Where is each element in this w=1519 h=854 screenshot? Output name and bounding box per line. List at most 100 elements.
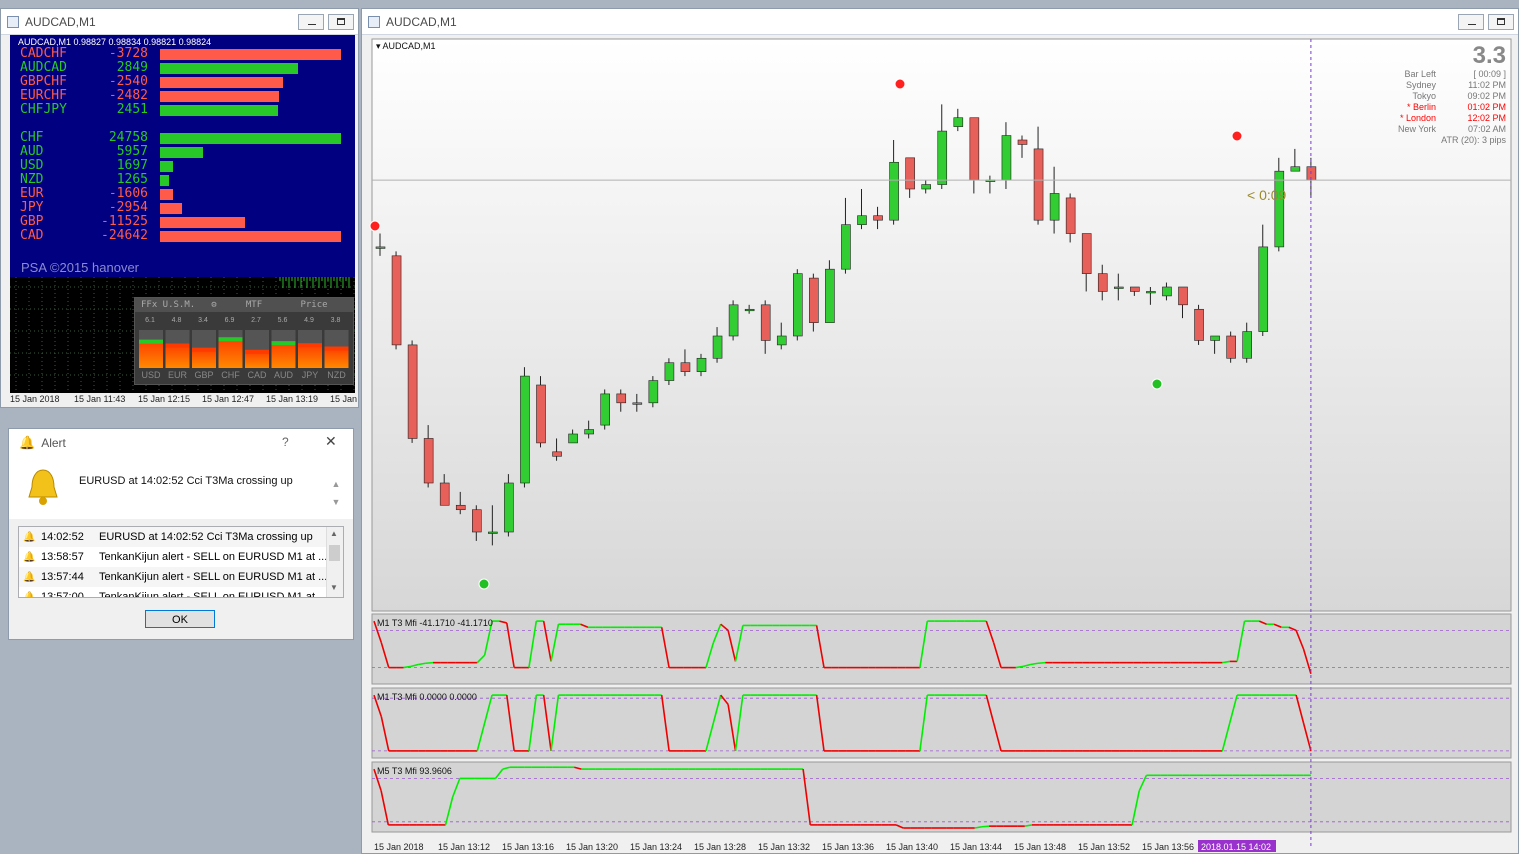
log-row[interactable]: 🔔 14:02:52 EURUSD at 14:02:52 Cci T3Ma cro… bbox=[19, 527, 329, 547]
chart-symbol-text: AUDCAD,M1 bbox=[382, 41, 436, 51]
row-value: -1606 bbox=[108, 186, 148, 201]
row-name: CAD bbox=[20, 228, 44, 243]
settings-icon[interactable]: ⚙ bbox=[199, 298, 229, 312]
minimize-button[interactable] bbox=[298, 13, 324, 30]
indicator-segment bbox=[981, 825, 990, 828]
log-row[interactable]: 🔔 13:57:44 TenkanKijun alert - SELL on EUR… bbox=[19, 567, 329, 587]
ok-button[interactable]: OK bbox=[145, 610, 215, 628]
main-window-titlebar[interactable]: AUDCAD,M1 bbox=[362, 9, 1518, 35]
row-value: 1265 bbox=[116, 172, 148, 187]
row-name: AUDCAD bbox=[20, 60, 67, 75]
main-chart-svg[interactable]: 15 Jan 2018 15 Jan 13:12 15 Jan 13:16 15 Ja… bbox=[362, 36, 1518, 854]
candle-body bbox=[1210, 335, 1220, 341]
candle-body bbox=[632, 402, 643, 405]
strength-row: CADCHF -3728 bbox=[10, 47, 355, 61]
alert-titlebar[interactable]: 🔔 Alert ? ✕ bbox=[9, 429, 353, 457]
minimize-button[interactable] bbox=[1458, 13, 1484, 30]
log-row[interactable]: 🔔 13:57:00 TenkanKijun alert - SELL on EUR… bbox=[19, 587, 329, 598]
close-icon[interactable]: ✕ bbox=[325, 433, 337, 450]
log-time: 13:57:00 bbox=[41, 591, 84, 598]
candle-body bbox=[568, 433, 578, 444]
candle-body bbox=[953, 117, 964, 127]
candle-body bbox=[1178, 286, 1188, 306]
help-button[interactable]: ? bbox=[282, 435, 289, 449]
candle-body bbox=[744, 308, 755, 312]
candle-body bbox=[1242, 331, 1253, 359]
ffx-bars: 6.1 USD 4.8 EUR 3.4 GBP 6.9 CHF 2.7 CAD 5.6 AUD 4.9 J… bbox=[139, 317, 349, 380]
row-name: GBP bbox=[20, 214, 44, 229]
candle-body bbox=[1081, 233, 1092, 274]
ffx-bar-cap bbox=[298, 343, 322, 348]
session-time: 07:02 AM bbox=[1467, 124, 1506, 134]
row-value: 2849 bbox=[116, 60, 148, 75]
ffx-usm-panel: FFx U.S.M. ⚙ MTF Price 6.1 USD 4.8 EUR 3.4 GB… bbox=[134, 297, 354, 385]
bell-icon: 🔔 bbox=[23, 591, 36, 598]
candle-body bbox=[1113, 286, 1124, 289]
strength-bar bbox=[160, 77, 283, 88]
time-label: 15 Jan 13:24 bbox=[630, 842, 682, 852]
ffx-value: 6.9 bbox=[225, 317, 235, 324]
maximize-button[interactable] bbox=[328, 13, 354, 30]
session-label: New York bbox=[1397, 124, 1436, 134]
main-window-title: AUDCAD,M1 bbox=[386, 14, 457, 29]
indicator-segment bbox=[1037, 661, 1046, 665]
candle-body bbox=[664, 362, 675, 381]
session-label: * Berlin bbox=[1406, 102, 1436, 112]
bell-icon: 🔔 bbox=[23, 531, 36, 543]
strength-bar bbox=[160, 175, 169, 186]
log-time: 13:58:57 bbox=[41, 551, 84, 563]
log-row[interactable]: 🔔 13:58:57 TenkanKijun alert - SELL on EUR… bbox=[19, 547, 329, 567]
row-value: -11525 bbox=[101, 214, 148, 229]
ffx-bar bbox=[271, 341, 296, 368]
candle-body bbox=[536, 384, 546, 444]
row-value: 2451 bbox=[116, 102, 148, 117]
currency-strength-panel: AUDCAD,M1 0.98827 0.98834 0.98821 0.9882… bbox=[10, 35, 355, 393]
alert-message: EURUSD at 14:02:52 Cci T3Ma crossing up bbox=[79, 475, 293, 487]
candle-body bbox=[1258, 246, 1269, 332]
indicator-panel[interactable] bbox=[371, 613, 1512, 685]
chart-window-icon bbox=[368, 15, 380, 28]
atr-value: 3.3 bbox=[1472, 42, 1506, 69]
row-name: EURCHF bbox=[20, 88, 67, 103]
maximize-button[interactable] bbox=[1488, 13, 1514, 30]
strength-bar bbox=[160, 105, 278, 116]
message-scrollbar[interactable]: ▲ ▼ bbox=[329, 475, 343, 515]
session-row: Tokyo 09:02 PM bbox=[1362, 91, 1508, 102]
alert-title: Alert bbox=[41, 436, 66, 450]
time-label: 15 Jan 13:32 bbox=[758, 842, 810, 852]
current-time-badge: 2018.01.15 14:02 bbox=[1198, 840, 1276, 852]
candle-body bbox=[648, 380, 659, 404]
candle-body bbox=[455, 504, 466, 511]
time-label: 15 Jan 2018 bbox=[374, 842, 424, 852]
ffx-currency: JPY bbox=[302, 370, 319, 380]
candle-body bbox=[391, 255, 402, 346]
candle-body bbox=[600, 393, 610, 426]
session-row: * Berlin 01:02 PM bbox=[1362, 102, 1508, 113]
candle-body bbox=[792, 273, 803, 337]
row-value: 24758 bbox=[108, 130, 148, 145]
time-label: 15 Jan 13:12 bbox=[438, 842, 490, 852]
candle-body bbox=[472, 509, 482, 533]
candle-body bbox=[552, 451, 562, 457]
alert-log-list[interactable]: 🔔 14:02:52 EURUSD at 14:02:52 Cci T3Ma cro… bbox=[18, 526, 344, 598]
log-scrollbar[interactable]: ▲ ▼ bbox=[326, 527, 343, 597]
row-value: -2540 bbox=[108, 74, 148, 89]
ffx-value: 5.6 bbox=[278, 317, 288, 324]
session-row: * London 12:02 PM bbox=[1362, 113, 1508, 124]
candle-body bbox=[873, 215, 883, 221]
chart-symbol-label: ▾ AUDCAD,M1 bbox=[376, 41, 436, 51]
left-window-title: AUDCAD,M1 bbox=[25, 14, 96, 29]
time-label: 15 Jan 13:36 bbox=[822, 842, 874, 852]
candle-body bbox=[1033, 148, 1044, 221]
session-time: 09:02 PM bbox=[1467, 91, 1506, 101]
ffx-currency: CHF bbox=[221, 370, 240, 380]
time-label: 15 Jan 12:15 bbox=[138, 394, 191, 404]
left-window-titlebar[interactable]: AUDCAD,M1 bbox=[1, 9, 358, 35]
candle-body bbox=[1130, 286, 1140, 292]
candle-body bbox=[504, 482, 514, 533]
session-label: Bar Left bbox=[1404, 69, 1436, 79]
session-label: * London bbox=[1399, 113, 1436, 123]
session-time: 11:02 PM bbox=[1468, 80, 1506, 90]
strength-bar bbox=[160, 161, 173, 172]
strength-row: EUR -1606 bbox=[10, 187, 355, 201]
